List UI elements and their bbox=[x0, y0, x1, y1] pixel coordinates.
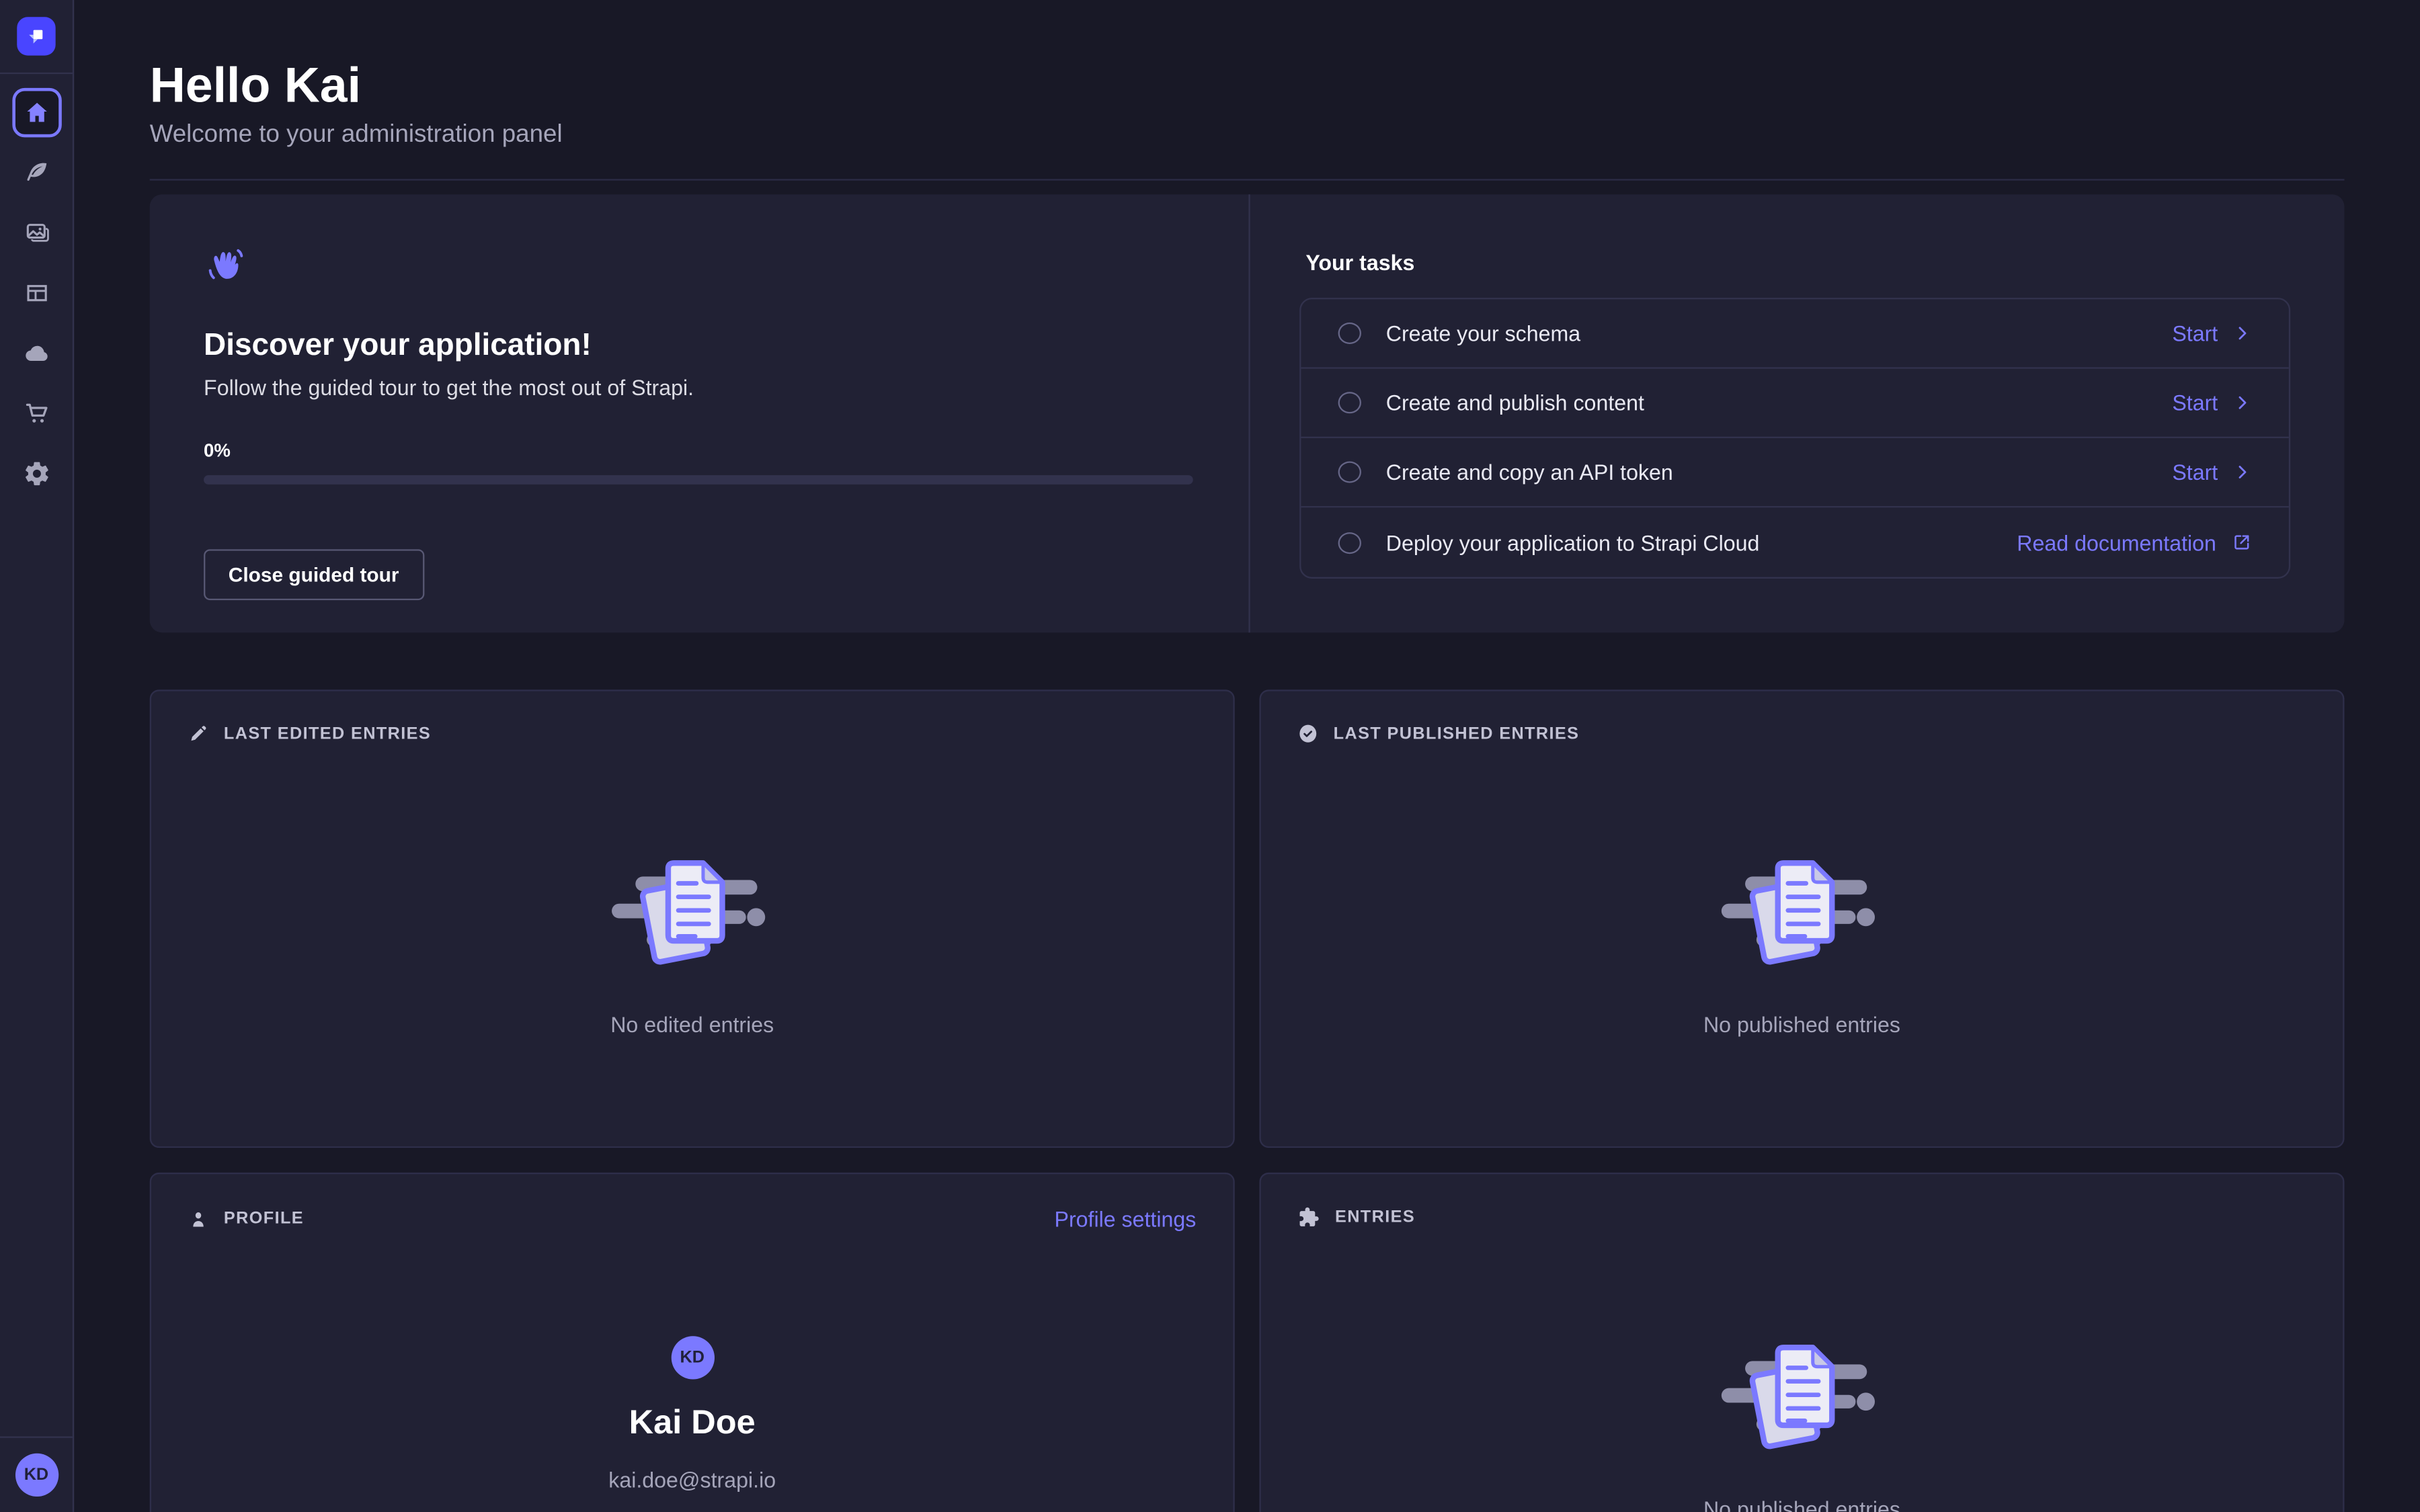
empty-documents-illustration bbox=[607, 856, 777, 973]
user-icon bbox=[188, 1209, 208, 1229]
task-start-link[interactable]: Start bbox=[2172, 321, 2251, 346]
last-edited-entries-widget: LAST EDITED ENTRIES No edited entries bbox=[150, 689, 1235, 1148]
entries-widget: ENTRIES No published entries bbox=[1259, 1173, 2344, 1512]
cart-icon bbox=[22, 400, 50, 427]
task-start-link[interactable]: Start bbox=[2172, 390, 2251, 415]
check-circle-icon bbox=[1298, 724, 1318, 744]
sidebar-item-home[interactable] bbox=[11, 88, 61, 137]
profile-widget: PROFILE Profile settings KD Kai Doe kai.… bbox=[150, 1173, 1235, 1512]
strapi-logo-button[interactable] bbox=[0, 0, 73, 74]
gear-icon bbox=[22, 460, 50, 487]
chevron-right-icon bbox=[2233, 393, 2252, 412]
task-status-circle-icon bbox=[1338, 323, 1361, 344]
widget-title: LAST EDITED ENTRIES bbox=[224, 724, 431, 743]
sidebar-item-content-type-builder[interactable] bbox=[11, 268, 61, 317]
profile-email: kai.doe@strapi.io bbox=[608, 1467, 776, 1492]
sidebar-item-settings[interactable] bbox=[11, 449, 61, 498]
main-content: Hello Kai Welcome to your administration… bbox=[74, 0, 2420, 1512]
last-published-entries-widget: LAST PUBLISHED ENTRIES No published entr… bbox=[1259, 689, 2344, 1148]
chevron-right-icon bbox=[2233, 463, 2252, 482]
empty-state-text: No published entries bbox=[1703, 1497, 1900, 1512]
your-tasks-section: Your tasks Create your schema Start bbox=[1248, 194, 2344, 632]
layout-icon bbox=[22, 280, 50, 307]
widget-title: ENTRIES bbox=[1335, 1208, 1415, 1227]
waving-hand-icon bbox=[204, 244, 245, 286]
sidebar: KD bbox=[0, 0, 74, 1512]
task-label: Deploy your application to Strapi Cloud bbox=[1386, 530, 2017, 555]
widget-header: PROFILE Profile settings bbox=[151, 1174, 1233, 1231]
guided-tour-subtitle: Follow the guided tour to get the most o… bbox=[204, 375, 1195, 400]
widget-header: LAST PUBLISHED ENTRIES bbox=[1261, 691, 2343, 744]
guided-tour-section: Discover your application! Follow the gu… bbox=[150, 194, 1249, 632]
tasks-title: Your tasks bbox=[1305, 250, 2290, 275]
sidebar-item-content-manager[interactable] bbox=[11, 148, 61, 197]
widget-body: KD Kai Doe kai.doe@strapi.io bbox=[151, 1231, 1233, 1512]
task-label: Create and publish content bbox=[1386, 390, 2173, 415]
home-icon bbox=[22, 99, 50, 126]
task-row-create-schema: Create your schema Start bbox=[1301, 299, 2288, 368]
sidebar-footer: KD bbox=[0, 1437, 73, 1512]
empty-state-text: No published entries bbox=[1703, 1012, 1900, 1037]
task-status-circle-icon bbox=[1338, 461, 1361, 482]
task-label: Create and copy an API token bbox=[1386, 460, 2173, 485]
strapi-admin-dashboard: KD Hello Kai Welcome to your administrat… bbox=[0, 0, 2420, 1512]
widgets-row-2: PROFILE Profile settings KD Kai Doe kai.… bbox=[150, 1173, 2345, 1512]
widget-header: ENTRIES bbox=[1261, 1174, 2343, 1228]
task-start-link[interactable]: Start bbox=[2172, 460, 2251, 485]
puzzle-icon bbox=[1298, 1206, 1320, 1228]
task-list: Create your schema Start Create and publ… bbox=[1299, 298, 2290, 579]
close-guided-tour-button[interactable]: Close guided tour bbox=[204, 549, 424, 600]
external-link-icon bbox=[2232, 532, 2252, 552]
progress-bar bbox=[204, 475, 1193, 485]
widget-title: LAST PUBLISHED ENTRIES bbox=[1334, 724, 1580, 743]
widget-title: PROFILE bbox=[224, 1210, 304, 1228]
empty-documents-illustration bbox=[1717, 1341, 1887, 1458]
strapi-logo-icon bbox=[17, 17, 55, 55]
widget-body: No edited entries bbox=[151, 744, 1233, 1037]
empty-state-text: No edited entries bbox=[610, 1012, 774, 1037]
chevron-right-icon bbox=[2233, 324, 2252, 343]
sidebar-item-cloud[interactable] bbox=[11, 329, 61, 378]
feather-icon bbox=[22, 159, 50, 186]
task-status-circle-icon bbox=[1338, 532, 1361, 553]
profile-avatar: KD bbox=[671, 1336, 714, 1379]
widget-body: No published entries bbox=[1261, 744, 2343, 1037]
empty-documents-illustration bbox=[1717, 856, 1887, 973]
cloud-icon bbox=[22, 339, 50, 367]
task-label: Create your schema bbox=[1386, 321, 2173, 346]
task-row-deploy-cloud: Deploy your application to Strapi Cloud … bbox=[1301, 507, 2288, 577]
profile-settings-link[interactable]: Profile settings bbox=[1055, 1206, 1197, 1231]
widgets-row-1: LAST EDITED ENTRIES No edited entries LA bbox=[150, 689, 2345, 1148]
widget-body: No published entries bbox=[1261, 1228, 2343, 1512]
guided-tour-card: Discover your application! Follow the gu… bbox=[150, 194, 2345, 632]
task-row-publish-content: Create and publish content Start bbox=[1301, 369, 2288, 438]
page-title: Hello Kai bbox=[150, 58, 2345, 111]
profile-name: Kai Doe bbox=[629, 1402, 756, 1443]
progress-percentage: 0% bbox=[204, 439, 1195, 461]
page-subtitle: Welcome to your administration panel bbox=[150, 122, 2345, 149]
task-status-circle-icon bbox=[1338, 392, 1361, 413]
user-avatar[interactable]: KD bbox=[15, 1454, 58, 1497]
sidebar-item-media-library[interactable] bbox=[11, 208, 61, 257]
read-documentation-link[interactable]: Read documentation bbox=[2017, 530, 2251, 555]
widget-header: LAST EDITED ENTRIES bbox=[151, 691, 1233, 744]
images-icon bbox=[22, 219, 50, 247]
sidebar-item-marketplace[interactable] bbox=[11, 389, 61, 438]
task-row-api-token: Create and copy an API token Start bbox=[1301, 438, 2288, 507]
sidebar-nav bbox=[0, 74, 73, 498]
page-header: Hello Kai Welcome to your administration… bbox=[150, 0, 2345, 181]
pencil-icon bbox=[188, 724, 208, 744]
guided-tour-title: Discover your application! bbox=[204, 329, 1195, 364]
